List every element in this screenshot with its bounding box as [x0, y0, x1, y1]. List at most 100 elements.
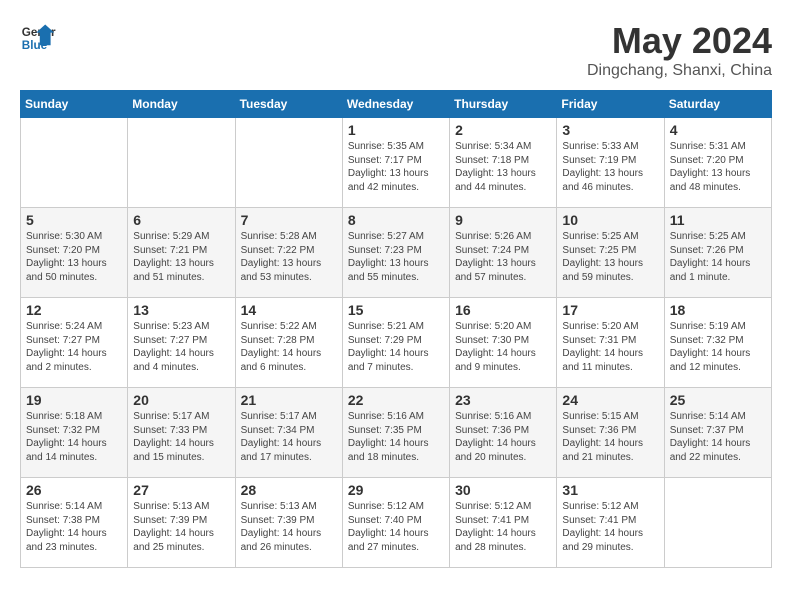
- day-number: 26: [26, 482, 122, 498]
- calendar-cell: 30 Sunrise: 5:12 AMSunset: 7:41 PMDayligh…: [450, 478, 557, 568]
- calendar-cell: 14Sunrise: 5:22 AMSunset: 7:28 PMDayligh…: [235, 298, 342, 388]
- day-number: 23: [455, 392, 551, 408]
- day-number: 24: [562, 392, 658, 408]
- day-info: Sunrise: 5:33 AMSunset: 7:19 PMDaylight:…: [562, 140, 658, 194]
- day-info: Sunrise: 5:12 AMSunset: 7:40 PMDaylight:…: [348, 500, 444, 554]
- calendar-week-row: 1Sunrise: 5:35 AMSunset: 7:17 PMDaylight…: [21, 118, 772, 208]
- day-number: 28: [241, 482, 337, 498]
- day-number: 16: [455, 302, 551, 318]
- day-info: Sunrise: 5:12 AMSunset: 7:41 PMDaylight:…: [562, 500, 658, 554]
- weekday-header-row: SundayMondayTuesdayWednesdayThursdayFrid…: [21, 91, 772, 118]
- day-number: 19: [26, 392, 122, 408]
- calendar-cell: 11 Sunrise: 5:25 AMSunset: 7:26 PMDayligh…: [664, 208, 771, 298]
- calendar-cell: 12 Sunrise: 5:24 AMSunset: 7:27 PMDayligh…: [21, 298, 128, 388]
- calendar-cell: 9 Sunrise: 5:26 AMSunset: 7:24 PMDaylight…: [450, 208, 557, 298]
- calendar-cell: [21, 118, 128, 208]
- day-info: Sunrise: 5:13 AMSunset: 7:39 PMDaylight:…: [241, 500, 337, 554]
- day-info: Sunrise: 5:25 AMSunset: 7:26 PMDaylight:…: [670, 230, 766, 284]
- calendar-cell: 18 Sunrise: 5:19 AMSunset: 7:32 PMDayligh…: [664, 298, 771, 388]
- day-info: Sunrise: 5:14 AMSunset: 7:38 PMDaylight:…: [26, 500, 122, 554]
- day-number: 30: [455, 482, 551, 498]
- day-number: 13: [133, 302, 229, 318]
- calendar-week-row: 5 Sunrise: 5:30 AMSunset: 7:20 PMDaylight…: [21, 208, 772, 298]
- day-number: 3: [562, 122, 658, 138]
- day-info: Sunrise: 5:16 AMSunset: 7:35 PMDaylight:…: [348, 410, 444, 464]
- calendar-cell: 13 Sunrise: 5:23 AMSunset: 7:27 PMDayligh…: [128, 298, 235, 388]
- calendar-cell: 8 Sunrise: 5:27 AMSunset: 7:23 PMDaylight…: [342, 208, 449, 298]
- day-number: 18: [670, 302, 766, 318]
- day-number: 20: [133, 392, 229, 408]
- calendar-cell: 29 Sunrise: 5:12 AMSunset: 7:40 PMDayligh…: [342, 478, 449, 568]
- day-info: Sunrise: 5:20 AMSunset: 7:30 PMDaylight:…: [455, 320, 551, 374]
- title-block: May 2024 Dingchang, Shanxi, China: [587, 20, 772, 80]
- calendar-cell: 17Sunrise: 5:20 AMSunset: 7:31 PMDayligh…: [557, 298, 664, 388]
- calendar-cell: 23Sunrise: 5:16 AMSunset: 7:36 PMDayligh…: [450, 388, 557, 478]
- day-info: Sunrise: 5:26 AMSunset: 7:24 PMDaylight:…: [455, 230, 551, 284]
- day-info: Sunrise: 5:24 AMSunset: 7:27 PMDaylight:…: [26, 320, 122, 374]
- day-number: 8: [348, 212, 444, 228]
- day-number: 12: [26, 302, 122, 318]
- day-info: Sunrise: 5:28 AMSunset: 7:22 PMDaylight:…: [241, 230, 337, 284]
- calendar-cell: 15 Sunrise: 5:21 AMSunset: 7:29 PMDayligh…: [342, 298, 449, 388]
- calendar-cell: 28 Sunrise: 5:13 AMSunset: 7:39 PMDayligh…: [235, 478, 342, 568]
- calendar-cell: [128, 118, 235, 208]
- weekday-header: Saturday: [664, 91, 771, 118]
- day-info: Sunrise: 5:27 AMSunset: 7:23 PMDaylight:…: [348, 230, 444, 284]
- calendar-cell: 25 Sunrise: 5:14 AMSunset: 7:37 PMDayligh…: [664, 388, 771, 478]
- day-info: Sunrise: 5:25 AMSunset: 7:25 PMDaylight:…: [562, 230, 658, 284]
- day-number: 4: [670, 122, 766, 138]
- day-info: Sunrise: 5:13 AMSunset: 7:39 PMDaylight:…: [133, 500, 229, 554]
- day-info: Sunrise: 5:15 AMSunset: 7:36 PMDaylight:…: [562, 410, 658, 464]
- calendar-cell: 1Sunrise: 5:35 AMSunset: 7:17 PMDaylight…: [342, 118, 449, 208]
- day-number: 5: [26, 212, 122, 228]
- day-number: 21: [241, 392, 337, 408]
- day-number: 10: [562, 212, 658, 228]
- weekday-header: Wednesday: [342, 91, 449, 118]
- day-info: Sunrise: 5:14 AMSunset: 7:37 PMDaylight:…: [670, 410, 766, 464]
- weekday-header: Monday: [128, 91, 235, 118]
- calendar-cell: 10 Sunrise: 5:25 AMSunset: 7:25 PMDayligh…: [557, 208, 664, 298]
- calendar-cell: 7Sunrise: 5:28 AMSunset: 7:22 PMDaylight…: [235, 208, 342, 298]
- day-info: Sunrise: 5:17 AMSunset: 7:34 PMDaylight:…: [241, 410, 337, 464]
- calendar-cell: 4Sunrise: 5:31 AMSunset: 7:20 PMDaylight…: [664, 118, 771, 208]
- day-info: Sunrise: 5:35 AMSunset: 7:17 PMDaylight:…: [348, 140, 444, 194]
- calendar-cell: 20 Sunrise: 5:17 AMSunset: 7:33 PMDayligh…: [128, 388, 235, 478]
- calendar-cell: 3 Sunrise: 5:33 AMSunset: 7:19 PMDaylight…: [557, 118, 664, 208]
- page-header: General Blue May 2024 Dingchang, Shanxi,…: [20, 20, 772, 80]
- calendar-week-row: 19 Sunrise: 5:18 AMSunset: 7:32 PMDayligh…: [21, 388, 772, 478]
- calendar-cell: 26 Sunrise: 5:14 AMSunset: 7:38 PMDayligh…: [21, 478, 128, 568]
- weekday-header: Sunday: [21, 91, 128, 118]
- logo-icon: General Blue: [20, 20, 56, 56]
- weekday-header: Tuesday: [235, 91, 342, 118]
- calendar-cell: 6 Sunrise: 5:29 AMSunset: 7:21 PMDaylight…: [128, 208, 235, 298]
- calendar-cell: 2Sunrise: 5:34 AMSunset: 7:18 PMDaylight…: [450, 118, 557, 208]
- calendar-cell: 24 Sunrise: 5:15 AMSunset: 7:36 PMDayligh…: [557, 388, 664, 478]
- calendar-cell: 31 Sunrise: 5:12 AMSunset: 7:41 PMDayligh…: [557, 478, 664, 568]
- day-number: 9: [455, 212, 551, 228]
- calendar-cell: 5 Sunrise: 5:30 AMSunset: 7:20 PMDaylight…: [21, 208, 128, 298]
- day-info: Sunrise: 5:30 AMSunset: 7:20 PMDaylight:…: [26, 230, 122, 284]
- day-info: Sunrise: 5:23 AMSunset: 7:27 PMDaylight:…: [133, 320, 229, 374]
- day-info: Sunrise: 5:19 AMSunset: 7:32 PMDaylight:…: [670, 320, 766, 374]
- day-info: Sunrise: 5:21 AMSunset: 7:29 PMDaylight:…: [348, 320, 444, 374]
- day-info: Sunrise: 5:22 AMSunset: 7:28 PMDaylight:…: [241, 320, 337, 374]
- day-info: Sunrise: 5:17 AMSunset: 7:33 PMDaylight:…: [133, 410, 229, 464]
- day-number: 31: [562, 482, 658, 498]
- day-info: Sunrise: 5:29 AMSunset: 7:21 PMDaylight:…: [133, 230, 229, 284]
- day-info: Sunrise: 5:12 AMSunset: 7:41 PMDaylight:…: [455, 500, 551, 554]
- calendar-cell: 21 Sunrise: 5:17 AMSunset: 7:34 PMDayligh…: [235, 388, 342, 478]
- weekday-header: Thursday: [450, 91, 557, 118]
- calendar-cell: 27Sunrise: 5:13 AMSunset: 7:39 PMDayligh…: [128, 478, 235, 568]
- calendar-cell: [235, 118, 342, 208]
- calendar-week-row: 12 Sunrise: 5:24 AMSunset: 7:27 PMDayligh…: [21, 298, 772, 388]
- month-title: May 2024: [587, 20, 772, 62]
- day-info: Sunrise: 5:18 AMSunset: 7:32 PMDaylight:…: [26, 410, 122, 464]
- day-number: 11: [670, 212, 766, 228]
- day-info: Sunrise: 5:34 AMSunset: 7:18 PMDaylight:…: [455, 140, 551, 194]
- day-number: 6: [133, 212, 229, 228]
- day-number: 29: [348, 482, 444, 498]
- calendar-cell: [664, 478, 771, 568]
- weekday-header: Friday: [557, 91, 664, 118]
- day-number: 25: [670, 392, 766, 408]
- day-number: 15: [348, 302, 444, 318]
